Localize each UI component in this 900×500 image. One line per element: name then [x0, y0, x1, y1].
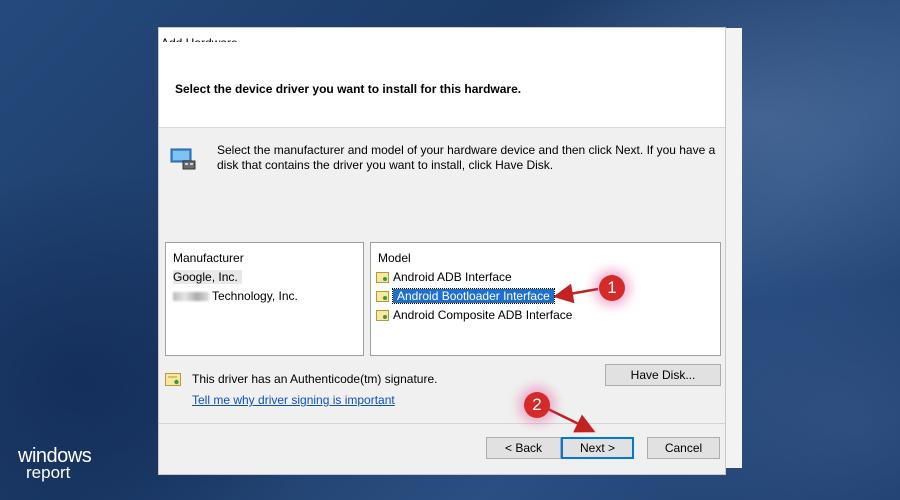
- annotation-arrow-1: [553, 283, 599, 304]
- windows-report-logo: windows report: [18, 446, 92, 481]
- annotation-badge-1: 1: [599, 275, 625, 301]
- annotation-arrows: [547, 283, 599, 433]
- annotation-arrow-2: [547, 407, 596, 433]
- annotation-badge-2: 2: [524, 392, 550, 418]
